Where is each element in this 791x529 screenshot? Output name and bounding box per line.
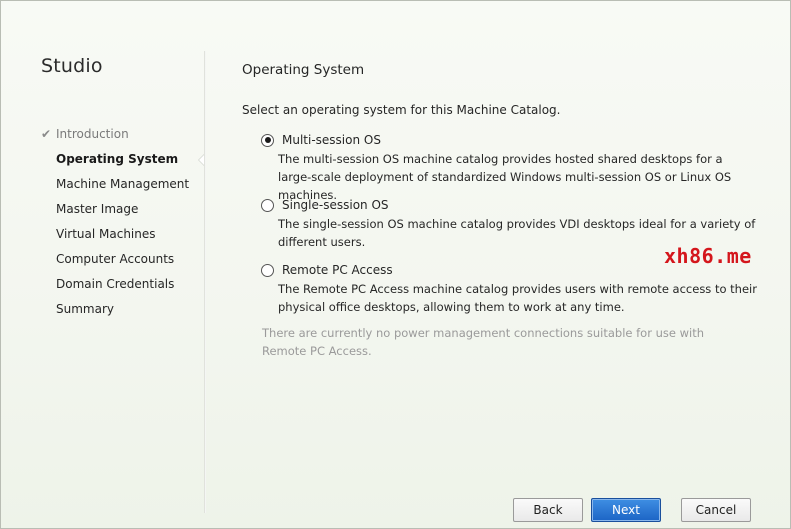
back-button[interactable]: Back [513,498,583,522]
step-label: Machine Management [56,177,190,191]
option-description: The Remote PC Access machine catalog pro… [278,282,757,314]
cancel-button[interactable]: Cancel [681,498,751,522]
wizard-sidebar: Studio ✔ Introduction Operating System M… [1,1,206,528]
wizard-window: Studio ✔ Introduction Operating System M… [0,0,791,529]
step-master-image[interactable]: Master Image [1,200,205,225]
step-label: Introduction [56,127,129,141]
option-label[interactable]: Multi-session OS [282,133,381,147]
multi-session-radio[interactable] [261,133,274,147]
step-label: Virtual Machines [56,227,156,241]
multi-session-radio-row[interactable]: Multi-session OS [261,131,761,149]
step-introduction[interactable]: ✔ Introduction [1,125,205,150]
watermark-text: xh86.me [664,244,752,268]
page-title: Operating System [242,62,365,78]
option-label[interactable]: Single-session OS [282,198,389,212]
instruction-text: Select an operating system for this Mach… [242,103,561,117]
app-title: Studio [41,55,103,77]
step-label: Master Image [56,202,139,216]
option-label[interactable]: Remote PC Access [282,263,393,277]
checkmark-icon: ✔ [41,127,52,141]
step-summary[interactable]: Summary [1,300,205,325]
next-button[interactable]: Next [591,498,661,522]
step-label: Domain Credentials [56,277,175,291]
step-machine-management[interactable]: Machine Management [1,175,205,200]
step-computer-accounts[interactable]: Computer Accounts [1,250,205,275]
single-session-radio-row[interactable]: Single-session OS [261,196,761,214]
wizard-content: Operating System Select an operating sys… [206,1,790,528]
option-multi-session: Multi-session OS The multi-session OS ma… [261,131,761,204]
option-single-session: Single-session OS The single-session OS … [261,196,761,251]
step-operating-system[interactable]: Operating System [1,150,206,175]
option-remote-pc-access: Remote PC Access The Remote PC Access ma… [261,261,761,316]
step-virtual-machines[interactable]: Virtual Machines [1,225,205,250]
power-management-note: There are currently no power management … [262,326,705,358]
step-domain-credentials[interactable]: Domain Credentials [1,275,205,300]
step-label: Computer Accounts [56,252,175,266]
wizard-steps: ✔ Introduction Operating System Machine … [1,125,206,325]
single-session-radio[interactable] [261,198,274,212]
step-label: Operating System [56,152,179,166]
step-label: Summary [56,302,114,316]
remote-pc-radio[interactable] [261,263,274,277]
